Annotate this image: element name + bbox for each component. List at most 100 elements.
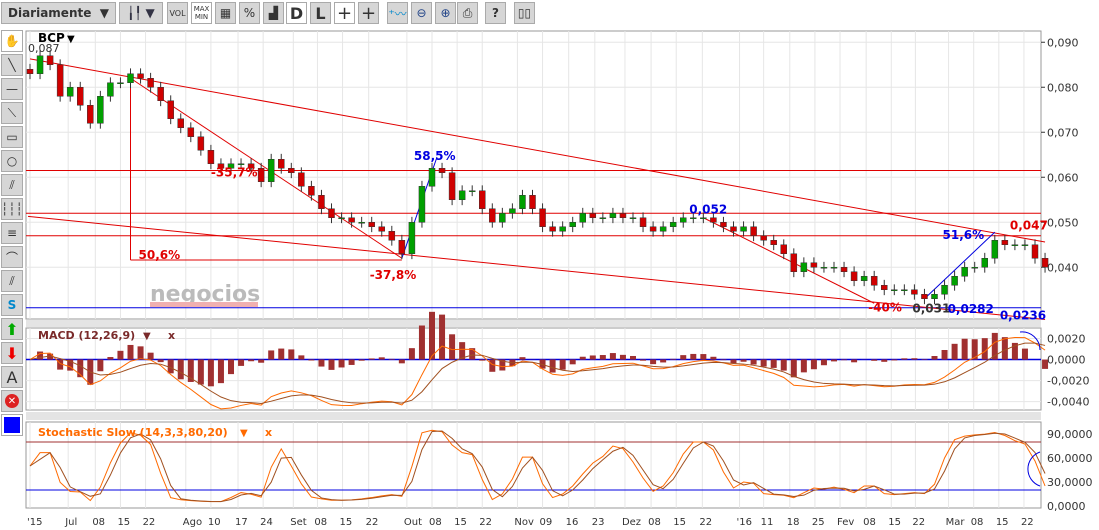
signal-line xyxy=(29,342,1046,404)
candle xyxy=(921,294,928,299)
candle xyxy=(881,285,888,290)
macd-histogram-bar xyxy=(187,359,194,382)
macd-title[interactable]: MACD (12,26,9) xyxy=(38,329,135,342)
zoom-out-button[interactable]: ⊖ xyxy=(411,2,432,24)
s-channel-tool[interactable]: S xyxy=(1,294,23,316)
text-tool[interactable]: A xyxy=(1,366,23,388)
macd-histogram-bar xyxy=(167,359,174,374)
macd-histogram-bar xyxy=(579,356,586,360)
candle xyxy=(157,87,164,101)
candle xyxy=(318,195,325,209)
stochastic-title[interactable]: Stochastic Slow (14,3,3,80,20) xyxy=(38,426,228,439)
grid-button[interactable]: ▦ xyxy=(215,2,236,24)
l-button[interactable]: L xyxy=(310,2,331,24)
candle xyxy=(750,226,757,236)
percent-button[interactable]: % xyxy=(239,2,260,24)
fib-vertical-tool[interactable]: ┆┆┆ xyxy=(1,198,23,220)
fan-tool[interactable]: ⫽ xyxy=(1,174,23,196)
period-select[interactable]: Diariamente ▼ xyxy=(1,2,116,24)
macd-histogram-bar xyxy=(177,359,184,380)
volume-button[interactable]: VOL xyxy=(167,2,188,24)
macd-histogram-bar xyxy=(449,334,456,360)
macd-histogram-bar xyxy=(499,359,506,371)
chart[interactable]: negocios '15 Jul 08 15 22 Ago 10 17 24 Set 08 15 22 O… xyxy=(0,0,1099,530)
zoom-in-button[interactable]: ⊕ xyxy=(435,2,456,24)
x-tick-label: 15 xyxy=(888,517,901,528)
symbol-label[interactable]: BCP xyxy=(38,31,65,45)
x-tick-label: Set xyxy=(290,517,307,528)
toolbar: Diariamente ▼ ╽╿ ▼ VOL MAX MIN ▦ % ▟ D L +… xyxy=(0,0,1099,28)
area-chart-button[interactable]: ▟ xyxy=(263,2,284,24)
x-tick-label: Nov xyxy=(514,517,534,528)
candle xyxy=(36,55,44,74)
pane-splitter[interactable] xyxy=(26,412,1041,420)
candle xyxy=(991,240,999,259)
arc-tool[interactable]: ⌒ xyxy=(1,246,23,268)
macd-histogram-bar xyxy=(951,343,958,360)
circle-annotation xyxy=(1019,331,1041,351)
line-tool[interactable]: ╲ xyxy=(1,54,23,76)
annotation-label: 0,031 xyxy=(912,301,950,315)
channel-tool[interactable]: ⫽ xyxy=(1,270,23,292)
circle-tool[interactable]: ○ xyxy=(1,150,23,172)
print-button[interactable]: ⎙ xyxy=(457,2,478,24)
candle xyxy=(56,64,64,97)
candle xyxy=(468,190,476,192)
candle xyxy=(87,105,94,124)
trend-line xyxy=(703,217,875,304)
area-icon: ▟ xyxy=(268,6,279,20)
macd-histogram-bar xyxy=(931,356,938,360)
macd-tick-label: -0,0020 xyxy=(1047,375,1089,388)
stochastic-menu-icon[interactable]: ▼ xyxy=(240,428,248,439)
symbol-dropdown-icon[interactable]: ▼ xyxy=(67,34,75,45)
candle xyxy=(328,208,335,218)
macd-histogram-bar xyxy=(318,359,325,367)
crosshair-button[interactable]: + xyxy=(334,2,355,24)
parallel-lines-tool[interactable]: ⟍ xyxy=(1,102,23,124)
macd-histogram-bar xyxy=(810,359,817,370)
hand-tool[interactable]: ✋ xyxy=(1,30,23,52)
stochastic-close-button[interactable]: x xyxy=(265,426,272,439)
d-button[interactable]: D xyxy=(286,2,307,24)
fib-horizontal-tool[interactable]: ≡ xyxy=(1,222,23,244)
min-label: MIN xyxy=(194,13,209,21)
add-indicator-button[interactable]: ⁺〰 xyxy=(387,2,408,24)
macd-histogram-bar xyxy=(831,359,837,362)
book-button[interactable]: ▯▯ xyxy=(514,2,535,24)
stochastic-pane xyxy=(25,421,1042,509)
candle xyxy=(770,240,777,245)
parallel-lines-icon: ⟍ xyxy=(7,105,17,120)
annotation-label: -37,8% xyxy=(370,268,417,282)
x-tick-label: 17 xyxy=(235,517,248,528)
annotation-label: 58,5% xyxy=(414,149,456,163)
color-picker[interactable] xyxy=(1,414,23,436)
circle-annotation xyxy=(1027,451,1041,487)
maxmin-button[interactable]: MAX MIN xyxy=(191,2,212,24)
candle xyxy=(780,244,787,254)
candle xyxy=(458,190,466,200)
add-indicator-icon: ⁺〰 xyxy=(388,6,407,21)
candle xyxy=(368,222,375,227)
pane-splitter[interactable] xyxy=(26,320,1041,327)
x-tick-label: 11 xyxy=(761,517,774,528)
help-button[interactable]: ? xyxy=(485,2,506,24)
crosshair-l-button[interactable]: + xyxy=(358,2,379,24)
macd-menu-icon[interactable]: ▼ xyxy=(143,331,151,342)
chart-type-select[interactable]: ╽╿ ▼ xyxy=(119,2,163,24)
text-icon: A xyxy=(6,367,18,387)
macd-histogram-bar xyxy=(921,359,928,360)
delete-tool[interactable]: ✕ xyxy=(1,390,23,412)
sell-arrow-tool[interactable]: ⬇ xyxy=(1,342,23,364)
macd-histogram-bar xyxy=(680,355,687,360)
macd-histogram-bar xyxy=(388,358,395,360)
price-pane xyxy=(25,30,1042,320)
horizontal-line-tool[interactable]: — xyxy=(1,78,23,100)
x-tick-label: Mar xyxy=(946,517,966,528)
stochastic-tick-label: 0,0000 xyxy=(1047,500,1086,513)
rectangle-tool[interactable]: ▭ xyxy=(1,126,23,148)
candle xyxy=(26,69,34,74)
macd-close-button[interactable]: x xyxy=(168,329,175,342)
buy-arrow-tool[interactable]: ⬆ xyxy=(1,318,23,340)
x-tick-label: 15 xyxy=(996,517,1009,528)
macd-histogram-bar xyxy=(820,359,827,366)
